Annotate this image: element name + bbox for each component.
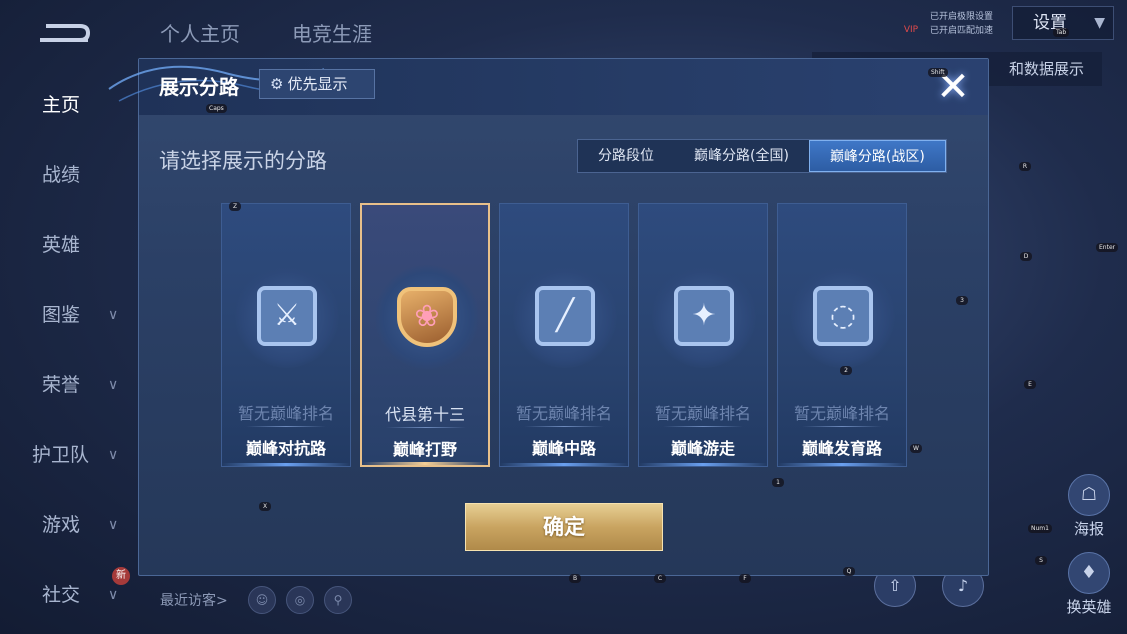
confirm-button[interactable]: 确定 xyxy=(465,503,663,551)
top-notice: 已开启极限设置 已开启匹配加速 xyxy=(930,12,994,36)
change-hero-button[interactable]: ♦ 换英雄 xyxy=(1062,552,1116,617)
select-lane-prompt: 请选择展示的分路 xyxy=(159,149,327,173)
sidebar-item-game[interactable]: 游戏 ∨ xyxy=(0,490,138,560)
new-badge: 新 xyxy=(112,567,130,585)
chevron-down-icon: ∨ xyxy=(108,447,119,463)
key-hint: R xyxy=(1019,162,1031,171)
key-hint: C xyxy=(654,574,666,583)
tab-lane-rank[interactable]: 分路段位 xyxy=(578,140,674,172)
chevron-down-icon: ∨ xyxy=(108,377,119,393)
key-hint: Enter xyxy=(1096,243,1119,252)
sidebar-item-guard[interactable]: 护卫队 ∨ xyxy=(0,420,138,490)
key-hint: Shift xyxy=(928,68,948,77)
lane-label: 巅峰发育路 xyxy=(801,439,882,458)
top-tabs: 个人主页 电竞生涯 xyxy=(160,18,372,47)
key-hint: Caps xyxy=(206,104,227,113)
key-hint: W xyxy=(910,444,922,453)
key-hint: D xyxy=(1020,252,1032,261)
priority-display-button[interactable]: ⚙ 优先显示 xyxy=(259,69,375,99)
rank-label: 代县第十三 xyxy=(384,405,465,424)
rank-label: 暂无巅峰排名 xyxy=(793,404,890,423)
lane-card-top[interactable]: ⚔ 暂无巅峰排名 巅峰对抗路 xyxy=(221,203,351,467)
key-hint: B xyxy=(569,574,581,583)
rank-label: 暂无巅峰排名 xyxy=(237,404,334,423)
gear-icon: ⚙ xyxy=(270,75,284,93)
tab-peak-lane-zone[interactable]: 巅峰分路(战区) xyxy=(808,140,946,172)
recent-visitors-link[interactable]: 最近访客> xyxy=(160,590,228,610)
tab-peak-lane-national[interactable]: 巅峰分路(全国) xyxy=(674,140,809,172)
key-hint: E xyxy=(1024,380,1036,389)
key-hint: 2 xyxy=(840,366,852,375)
swirl-icon: ◌ xyxy=(791,264,895,368)
lane-card-mid[interactable]: ╱ 暂无巅峰排名 巅峰中路 xyxy=(499,203,629,467)
tab-profile[interactable]: 个人主页 xyxy=(160,18,240,47)
avatar[interactable]: ⚲ xyxy=(324,586,352,614)
key-hint: F xyxy=(739,574,751,583)
recent-visitors-avatars: ☺ ◎ ⚲ xyxy=(248,586,352,614)
wings-icon: ✦ xyxy=(652,264,756,368)
sword-icon: ⚔ xyxy=(235,264,339,368)
poster-icon: ☖ xyxy=(1068,474,1110,516)
key-hint: X xyxy=(259,502,271,511)
poster-button[interactable]: ☖ 海报 xyxy=(1062,474,1116,539)
key-hint: Num1 xyxy=(1028,524,1052,533)
chevron-down-icon: ▼ xyxy=(1094,15,1105,31)
vip-badge[interactable]: VIP xyxy=(898,10,924,36)
avatar[interactable]: ☺ xyxy=(248,586,276,614)
chevron-down-icon: ∨ xyxy=(108,517,119,533)
chevron-down-icon: ∨ xyxy=(108,307,119,323)
lane-label: 巅峰中路 xyxy=(531,439,596,458)
sidebar-item-heroes[interactable]: 英雄 xyxy=(0,210,138,280)
lane-label: 巅峰对抗路 xyxy=(245,439,326,458)
rank-label: 暂无巅峰排名 xyxy=(654,404,751,423)
rank-label: 暂无巅峰排名 xyxy=(515,404,612,423)
lane-display-dialog: 展示分路 ⚙ 优先显示 ✕ 请选择展示的分路 分路段位 巅峰分路(全国) 巅峰分路… xyxy=(108,58,989,576)
lane-label: 巅峰游走 xyxy=(670,439,735,458)
key-hint: 1 xyxy=(772,478,784,487)
key-hint: Z xyxy=(229,202,241,211)
key-hint: S xyxy=(1035,556,1047,565)
tab-esports-career[interactable]: 电竞生涯 xyxy=(292,18,372,47)
sidebar: 主页 战绩 英雄 图鉴 ∨ 荣誉 ∨ 护卫队 ∨ 游戏 ∨ 社交 ∨ xyxy=(0,70,138,630)
lane-type-tabs: 分路段位 巅峰分路(全国) 巅峰分路(战区) xyxy=(577,139,947,173)
jungle-gold-emblem-icon: ❀ xyxy=(375,265,479,369)
dialog-title: 展示分路 xyxy=(159,75,239,99)
key-hint: Tab xyxy=(1053,28,1070,37)
key-hint: Q xyxy=(843,567,855,576)
sidebar-item-honor[interactable]: 荣誉 ∨ xyxy=(0,350,138,420)
lane-card-support[interactable]: ✦ 暂无巅峰排名 巅峰游走 xyxy=(638,203,768,467)
avatar[interactable]: ◎ xyxy=(286,586,314,614)
key-hint: 3 xyxy=(956,296,968,305)
back-icon[interactable] xyxy=(36,22,92,44)
lane-label: 巅峰打野 xyxy=(392,440,457,459)
slash-icon: ╱ xyxy=(513,264,617,368)
lane-card-adc[interactable]: ◌ 暂无巅峰排名 巅峰发育路 xyxy=(777,203,907,467)
lane-card-jungle[interactable]: ❀ 代县第十三 巅峰打野 xyxy=(360,203,490,467)
sidebar-item-record[interactable]: 战绩 xyxy=(0,140,138,210)
change-hero-icon: ♦ xyxy=(1068,552,1110,594)
sidebar-item-codex[interactable]: 图鉴 ∨ xyxy=(0,280,138,350)
